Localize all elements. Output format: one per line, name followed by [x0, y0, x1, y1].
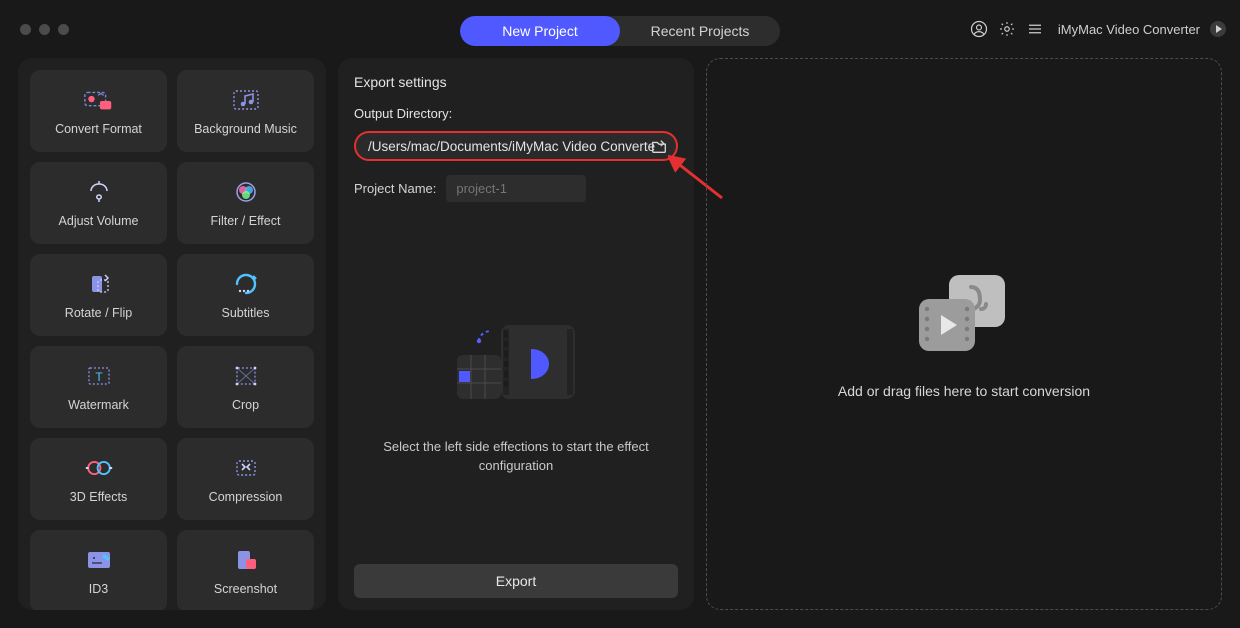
- output-directory-value: /Users/mac/Documents/iMyMac Video Conver…: [368, 139, 655, 154]
- main-tabs: New Project Recent Projects: [460, 16, 780, 46]
- account-icon[interactable]: [970, 20, 988, 38]
- output-directory-field[interactable]: /Users/mac/Documents/iMyMac Video Conver…: [354, 131, 678, 161]
- tool-label: Background Music: [194, 122, 297, 136]
- tool-label: Filter / Effect: [211, 214, 281, 228]
- drop-zone-icon: [909, 269, 1019, 359]
- subtitles-icon: [230, 270, 262, 298]
- tool-adjust-volume[interactable]: Adjust Volume: [30, 162, 167, 244]
- tool-filter-effect[interactable]: Filter / Effect: [177, 162, 314, 244]
- tool-label: Screenshot: [214, 582, 277, 596]
- tool-label: Crop: [232, 398, 259, 412]
- watermark-icon: T: [83, 362, 115, 390]
- tool-label: Rotate / Flip: [65, 306, 132, 320]
- browse-folder-icon[interactable]: [650, 137, 668, 155]
- tool-crop[interactable]: Crop: [177, 346, 314, 428]
- tab-new-project[interactable]: New Project: [460, 16, 620, 46]
- tool-label: ID3: [89, 582, 108, 596]
- tool-label: Watermark: [68, 398, 129, 412]
- menu-icon[interactable]: [1026, 20, 1044, 38]
- effect-placeholder: Select the left side effections to start…: [350, 202, 682, 564]
- output-directory-label: Output Directory:: [354, 106, 682, 121]
- tool-background-music[interactable]: Background Music: [177, 70, 314, 152]
- tool-3d-effects[interactable]: 3D Effects: [30, 438, 167, 520]
- export-button[interactable]: Export: [354, 564, 678, 598]
- close-window-dot[interactable]: [20, 24, 31, 35]
- effect-placeholder-caption: Select the left side effections to start…: [366, 437, 666, 476]
- header-right: iMyMac Video Converter: [970, 20, 1226, 38]
- export-settings-heading: Export settings: [354, 74, 682, 90]
- tool-rotate-flip[interactable]: Rotate / Flip: [30, 254, 167, 336]
- tool-label: Adjust Volume: [59, 214, 139, 228]
- project-name-label: Project Name:: [354, 181, 436, 196]
- tool-label: Compression: [209, 490, 283, 504]
- tool-id3[interactable]: ID3: [30, 530, 167, 610]
- drop-zone[interactable]: Add or drag files here to start conversi…: [706, 58, 1222, 610]
- project-name-input[interactable]: [446, 175, 586, 202]
- preview-play-icon[interactable]: [1210, 21, 1226, 37]
- id3-icon: [83, 546, 115, 574]
- drop-zone-text: Add or drag files here to start conversi…: [838, 383, 1090, 399]
- filter-effect-icon: [230, 178, 262, 206]
- export-settings-panel: Export settings Output Directory: /Users…: [338, 58, 694, 610]
- tool-watermark[interactable]: T Watermark: [30, 346, 167, 428]
- crop-icon: [230, 362, 262, 390]
- effect-placeholder-icon: [441, 311, 591, 421]
- compression-icon: [230, 454, 262, 482]
- app-window: New Project Recent Projects iMyMac Video…: [0, 0, 1240, 628]
- convert-format-icon: [83, 86, 115, 114]
- tool-compression[interactable]: Compression: [177, 438, 314, 520]
- rotate-flip-icon: [83, 270, 115, 298]
- background-music-icon: [230, 86, 262, 114]
- 3d-effects-icon: [83, 454, 115, 482]
- tool-label: Subtitles: [222, 306, 270, 320]
- adjust-volume-icon: [83, 178, 115, 206]
- drop-zone-panel: Add or drag files here to start conversi…: [706, 58, 1222, 610]
- tools-sidebar: Convert Format Background Music Adjust V…: [18, 58, 326, 610]
- tab-recent-projects[interactable]: Recent Projects: [620, 16, 780, 46]
- window-controls: [20, 24, 69, 35]
- minimize-window-dot[interactable]: [39, 24, 50, 35]
- maximize-window-dot[interactable]: [58, 24, 69, 35]
- tool-label: Convert Format: [55, 122, 142, 136]
- tool-subtitles[interactable]: Subtitles: [177, 254, 314, 336]
- tool-label: 3D Effects: [70, 490, 127, 504]
- settings-icon[interactable]: [998, 20, 1016, 38]
- tool-screenshot[interactable]: Screenshot: [177, 530, 314, 610]
- app-title: iMyMac Video Converter: [1058, 22, 1200, 37]
- tool-convert-format[interactable]: Convert Format: [30, 70, 167, 152]
- svg-text:T: T: [95, 370, 103, 384]
- screenshot-icon: [230, 546, 262, 574]
